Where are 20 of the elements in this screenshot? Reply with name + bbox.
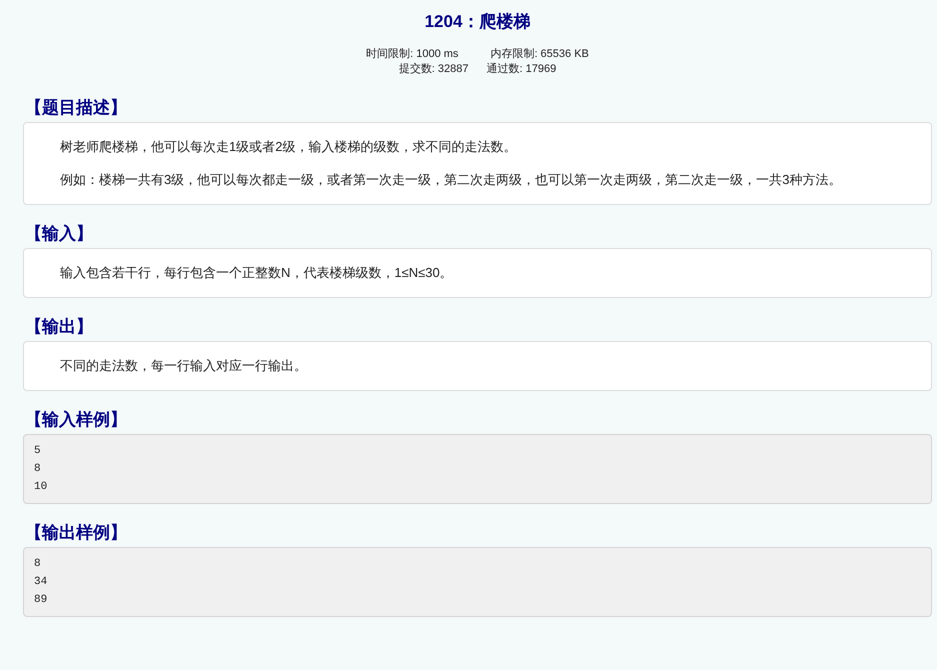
description-text: 输入包含若干行，每行包含一个正整数N，代表楼梯级数，1≤N≤30。	[60, 264, 454, 282]
limit-info: 时间限制: 1000 ms	[366, 47, 458, 62]
sample-line: 8	[34, 462, 42, 477]
count-info: 通过数: 17969	[486, 62, 556, 77]
sample-line: 89	[34, 593, 48, 608]
section-heading: 【输出样例】	[25, 522, 128, 544]
description-text: 不同的走法数，每一行输入对应一行输出。	[60, 357, 308, 375]
sample-line: 10	[34, 480, 48, 495]
section-heading: 【题目描述】	[25, 97, 128, 119]
limit-info: 内存限制: 65536 KB	[490, 47, 589, 62]
sample-line: 5	[34, 444, 42, 459]
sample-line: 8	[34, 557, 42, 572]
section-heading: 【输出】	[25, 316, 94, 338]
count-info: 提交数: 32887	[398, 62, 468, 77]
description-text: 例如：楼梯一共有3级，他可以每次都走一级，或者第一次走一级，第二次走两级，也可以第一次走两级，第二次走一级，一共3种方法。	[60, 171, 842, 189]
problem-title: 1204：爬楼梯	[424, 11, 530, 33]
sample-line: 34	[34, 575, 48, 590]
section-heading: 【输入样例】	[25, 409, 128, 431]
description-text: 树老师爬楼梯，他可以每次走1级或者2级，输入楼梯的级数，求不同的走法数。	[60, 138, 518, 156]
section-heading: 【输入】	[25, 223, 94, 245]
